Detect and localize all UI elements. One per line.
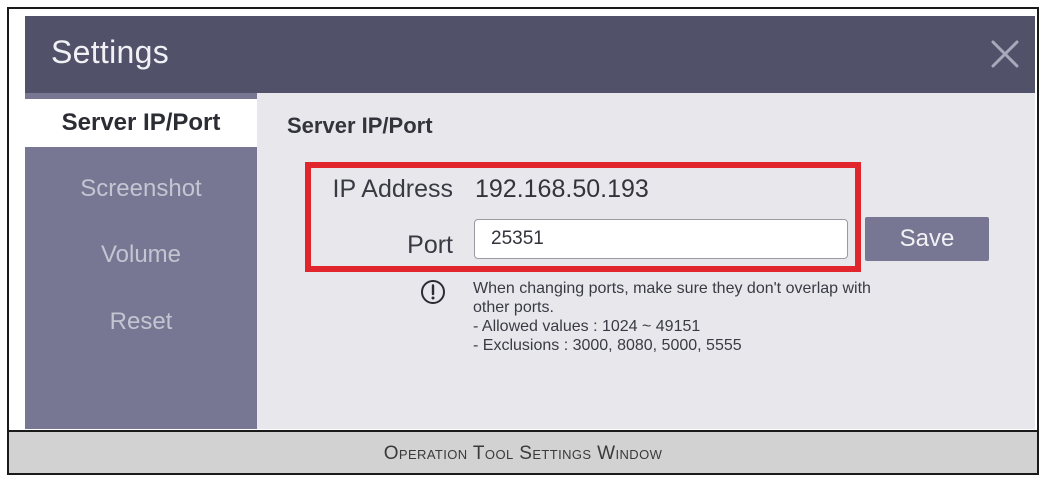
section-title: Server IP/Port: [287, 113, 433, 138]
figure-caption: Operation Tool Settings Window: [383, 443, 663, 464]
sidebar-item-reset[interactable]: Reset: [25, 298, 257, 346]
info-line: other ports.: [473, 299, 554, 316]
save-button[interactable]: Save: [865, 217, 989, 261]
sidebar-item-volume[interactable]: Volume: [25, 231, 257, 279]
info-line: - Exclusions : 3000, 8080, 5000, 5555: [473, 337, 742, 354]
sidebar-item-label: Screenshot: [80, 175, 202, 202]
info-line: - Allowed values : 1024 ~ 49151: [473, 318, 701, 335]
exclamation-circle-icon: [420, 279, 446, 305]
settings-content: Server IP/Port IP Address 192.168.50.193…: [257, 93, 1035, 429]
sidebar-item-label: Reset: [109, 308, 173, 335]
ip-address-value: 192.168.50.193: [475, 175, 649, 203]
settings-sidebar: Server IP/Port Screenshot Volume Reset: [25, 93, 271, 429]
info-line: When changing ports, make sure they don'…: [473, 280, 871, 297]
close-icon[interactable]: [981, 30, 1029, 78]
figure-frame: Settings Server IP/Port Screenshot Volum…: [7, 7, 1039, 475]
figure-caption-bar: Operation Tool Settings Window: [9, 430, 1037, 473]
window-title: Settings: [51, 34, 170, 70]
port-info-text: When changing ports, make sure they don'…: [473, 279, 1003, 355]
sidebar-item-screenshot[interactable]: Screenshot: [25, 165, 257, 213]
sidebar-item-label: Server IP/Port: [61, 109, 221, 136]
sidebar-item-server-ip-port[interactable]: Server IP/Port: [25, 99, 271, 147]
sidebar-item-label: Volume: [100, 241, 182, 268]
port-label: Port: [407, 231, 453, 259]
title-bar: Settings: [25, 16, 1035, 93]
settings-window: Settings Server IP/Port Screenshot Volum…: [25, 16, 1035, 429]
port-input[interactable]: [474, 219, 848, 259]
ip-address-label: IP Address: [332, 175, 453, 203]
